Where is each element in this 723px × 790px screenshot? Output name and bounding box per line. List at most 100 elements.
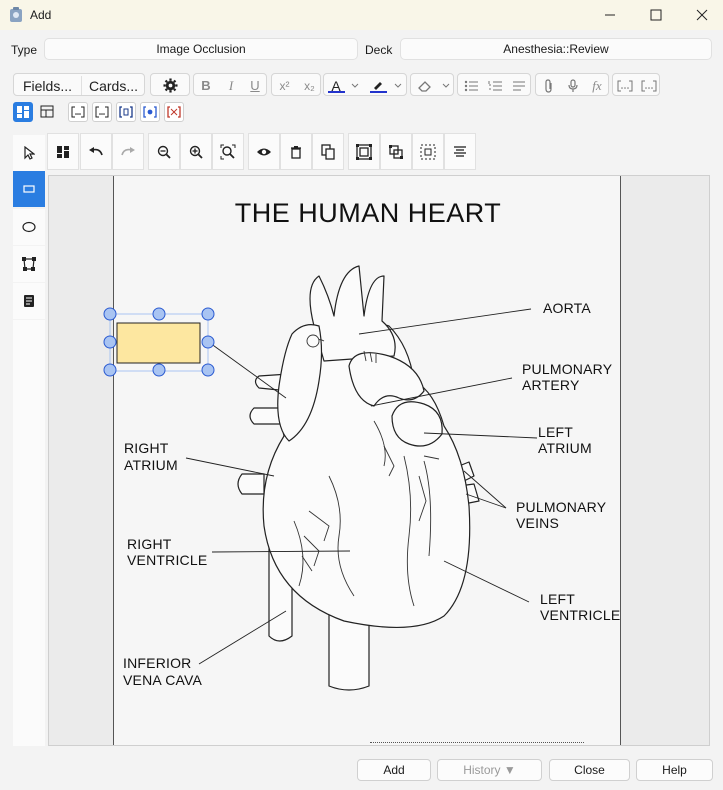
occlusion-mask[interactable] bbox=[116, 322, 201, 364]
media-group: fx bbox=[535, 73, 609, 96]
group-button[interactable] bbox=[348, 133, 380, 170]
resize-handle-tr[interactable] bbox=[201, 307, 215, 321]
add-button[interactable]: Add bbox=[357, 759, 431, 781]
close-window-button[interactable] bbox=[679, 0, 723, 30]
microphone-icon bbox=[568, 78, 578, 92]
clear-format-dropdown[interactable] bbox=[438, 74, 454, 97]
io-cloze-button-2[interactable] bbox=[92, 102, 112, 122]
italic-button[interactable]: I bbox=[219, 74, 243, 97]
math-button[interactable]: fx bbox=[585, 74, 609, 97]
notetype-selector[interactable]: Image Occlusion bbox=[44, 38, 358, 60]
text-color-dropdown[interactable] bbox=[348, 74, 362, 97]
text-color-swatch bbox=[328, 91, 345, 93]
fields-button[interactable]: Fields... bbox=[14, 74, 81, 97]
text-tool[interactable] bbox=[13, 283, 45, 319]
bullet-list-button[interactable] bbox=[459, 74, 483, 97]
history-button[interactable]: History ▼ bbox=[437, 759, 542, 781]
toggle-visibility-button[interactable] bbox=[248, 133, 280, 170]
resize-handle-tl[interactable] bbox=[103, 307, 117, 321]
underline-button[interactable]: U bbox=[243, 74, 267, 97]
app-icon bbox=[10, 7, 22, 22]
help-button[interactable]: Help bbox=[636, 759, 713, 781]
close-icon bbox=[696, 9, 708, 21]
io-cloze-button-4[interactable] bbox=[140, 102, 160, 122]
zoom-out-button[interactable] bbox=[148, 133, 180, 170]
paperclip-icon bbox=[545, 78, 552, 93]
redo-button[interactable] bbox=[112, 133, 144, 170]
zoom-in-icon bbox=[189, 145, 203, 159]
align-center-icon bbox=[454, 145, 466, 157]
superscript-button[interactable]: x² bbox=[272, 74, 297, 97]
polygon-icon bbox=[22, 257, 36, 271]
cursor-icon bbox=[24, 146, 35, 160]
resize-handle-r[interactable] bbox=[201, 335, 215, 349]
gear-cloze-icon bbox=[143, 106, 157, 118]
mask-editor-icon bbox=[57, 145, 69, 158]
cloze-same-button[interactable] bbox=[637, 74, 661, 97]
zoom-in-button[interactable] bbox=[180, 133, 212, 170]
chevron-down-icon bbox=[351, 83, 359, 88]
bold-button[interactable]: B bbox=[194, 74, 218, 97]
mask-editor-icon bbox=[17, 106, 29, 118]
select-all-button[interactable] bbox=[412, 133, 444, 170]
polygon-tool[interactable] bbox=[13, 246, 45, 282]
masks-toggle-button[interactable] bbox=[47, 133, 79, 170]
cloze-icon bbox=[617, 80, 633, 91]
options-button[interactable] bbox=[150, 73, 190, 96]
text-note-icon bbox=[24, 295, 34, 307]
maximize-button[interactable] bbox=[633, 0, 679, 30]
numbered-list-button[interactable] bbox=[483, 74, 507, 97]
ellipse-tool[interactable] bbox=[13, 209, 45, 245]
rectangle-tool[interactable] bbox=[13, 171, 45, 207]
remove-cloze-icon bbox=[167, 106, 181, 118]
cloze-button[interactable] bbox=[613, 74, 637, 97]
zoom-out-icon bbox=[157, 145, 171, 159]
align-button[interactable] bbox=[507, 74, 531, 97]
highlight-dropdown[interactable] bbox=[390, 74, 406, 97]
text-color-button[interactable]: A bbox=[324, 74, 348, 97]
cards-button[interactable]: Cards... bbox=[82, 74, 145, 97]
eraser-icon bbox=[418, 80, 431, 92]
occlusion-selection bbox=[103, 307, 215, 377]
bullet-list-icon bbox=[464, 80, 478, 91]
rectangle-icon bbox=[23, 185, 35, 193]
deck-selector[interactable]: Anesthesia::Review bbox=[400, 38, 712, 60]
undo-icon bbox=[89, 146, 103, 155]
minimize-button[interactable] bbox=[587, 0, 633, 30]
io-mask-editor-button[interactable] bbox=[13, 102, 33, 122]
io-remove-cloze-button[interactable] bbox=[164, 102, 184, 122]
record-audio-button[interactable] bbox=[561, 74, 585, 97]
type-label: Type bbox=[11, 43, 38, 57]
zoom-reset-button[interactable] bbox=[212, 133, 244, 170]
resize-handle-b[interactable] bbox=[152, 363, 166, 377]
ellipse-icon bbox=[22, 221, 36, 233]
occlusion-canvas[interactable]: THE HUMAN HEART AORTA PULMONARY ARTERY L… bbox=[48, 175, 710, 746]
ungroup-button[interactable] bbox=[380, 133, 412, 170]
select-tool[interactable] bbox=[13, 135, 45, 171]
highlight-button[interactable] bbox=[366, 74, 390, 97]
chevron-down-icon bbox=[394, 83, 402, 88]
align-button[interactable] bbox=[444, 133, 476, 170]
resize-handle-l[interactable] bbox=[103, 335, 117, 349]
attach-button[interactable] bbox=[537, 74, 561, 97]
cloze-icon bbox=[641, 80, 657, 91]
duplicate-button[interactable] bbox=[312, 133, 344, 170]
resize-handle-t[interactable] bbox=[152, 307, 166, 321]
color-group: A bbox=[323, 73, 407, 96]
fields-cards-group: Fields... Cards... bbox=[13, 73, 145, 96]
undo-button[interactable] bbox=[80, 133, 112, 170]
minimize-icon bbox=[605, 14, 615, 16]
resize-handle-br[interactable] bbox=[201, 363, 215, 377]
format-group: B I U bbox=[193, 73, 267, 96]
clear-format-button[interactable] bbox=[413, 74, 437, 97]
eraser-group bbox=[410, 73, 454, 96]
list-group bbox=[457, 73, 531, 96]
io-fields-button[interactable] bbox=[38, 102, 58, 122]
resize-handle-bl[interactable] bbox=[103, 363, 117, 377]
chevron-down-icon bbox=[442, 83, 450, 88]
io-cloze-button-3[interactable] bbox=[116, 102, 136, 122]
subscript-button[interactable]: x₂ bbox=[297, 74, 322, 97]
io-cloze-button-1[interactable] bbox=[68, 102, 88, 122]
close-button[interactable]: Close bbox=[549, 759, 630, 781]
delete-button[interactable] bbox=[280, 133, 312, 170]
